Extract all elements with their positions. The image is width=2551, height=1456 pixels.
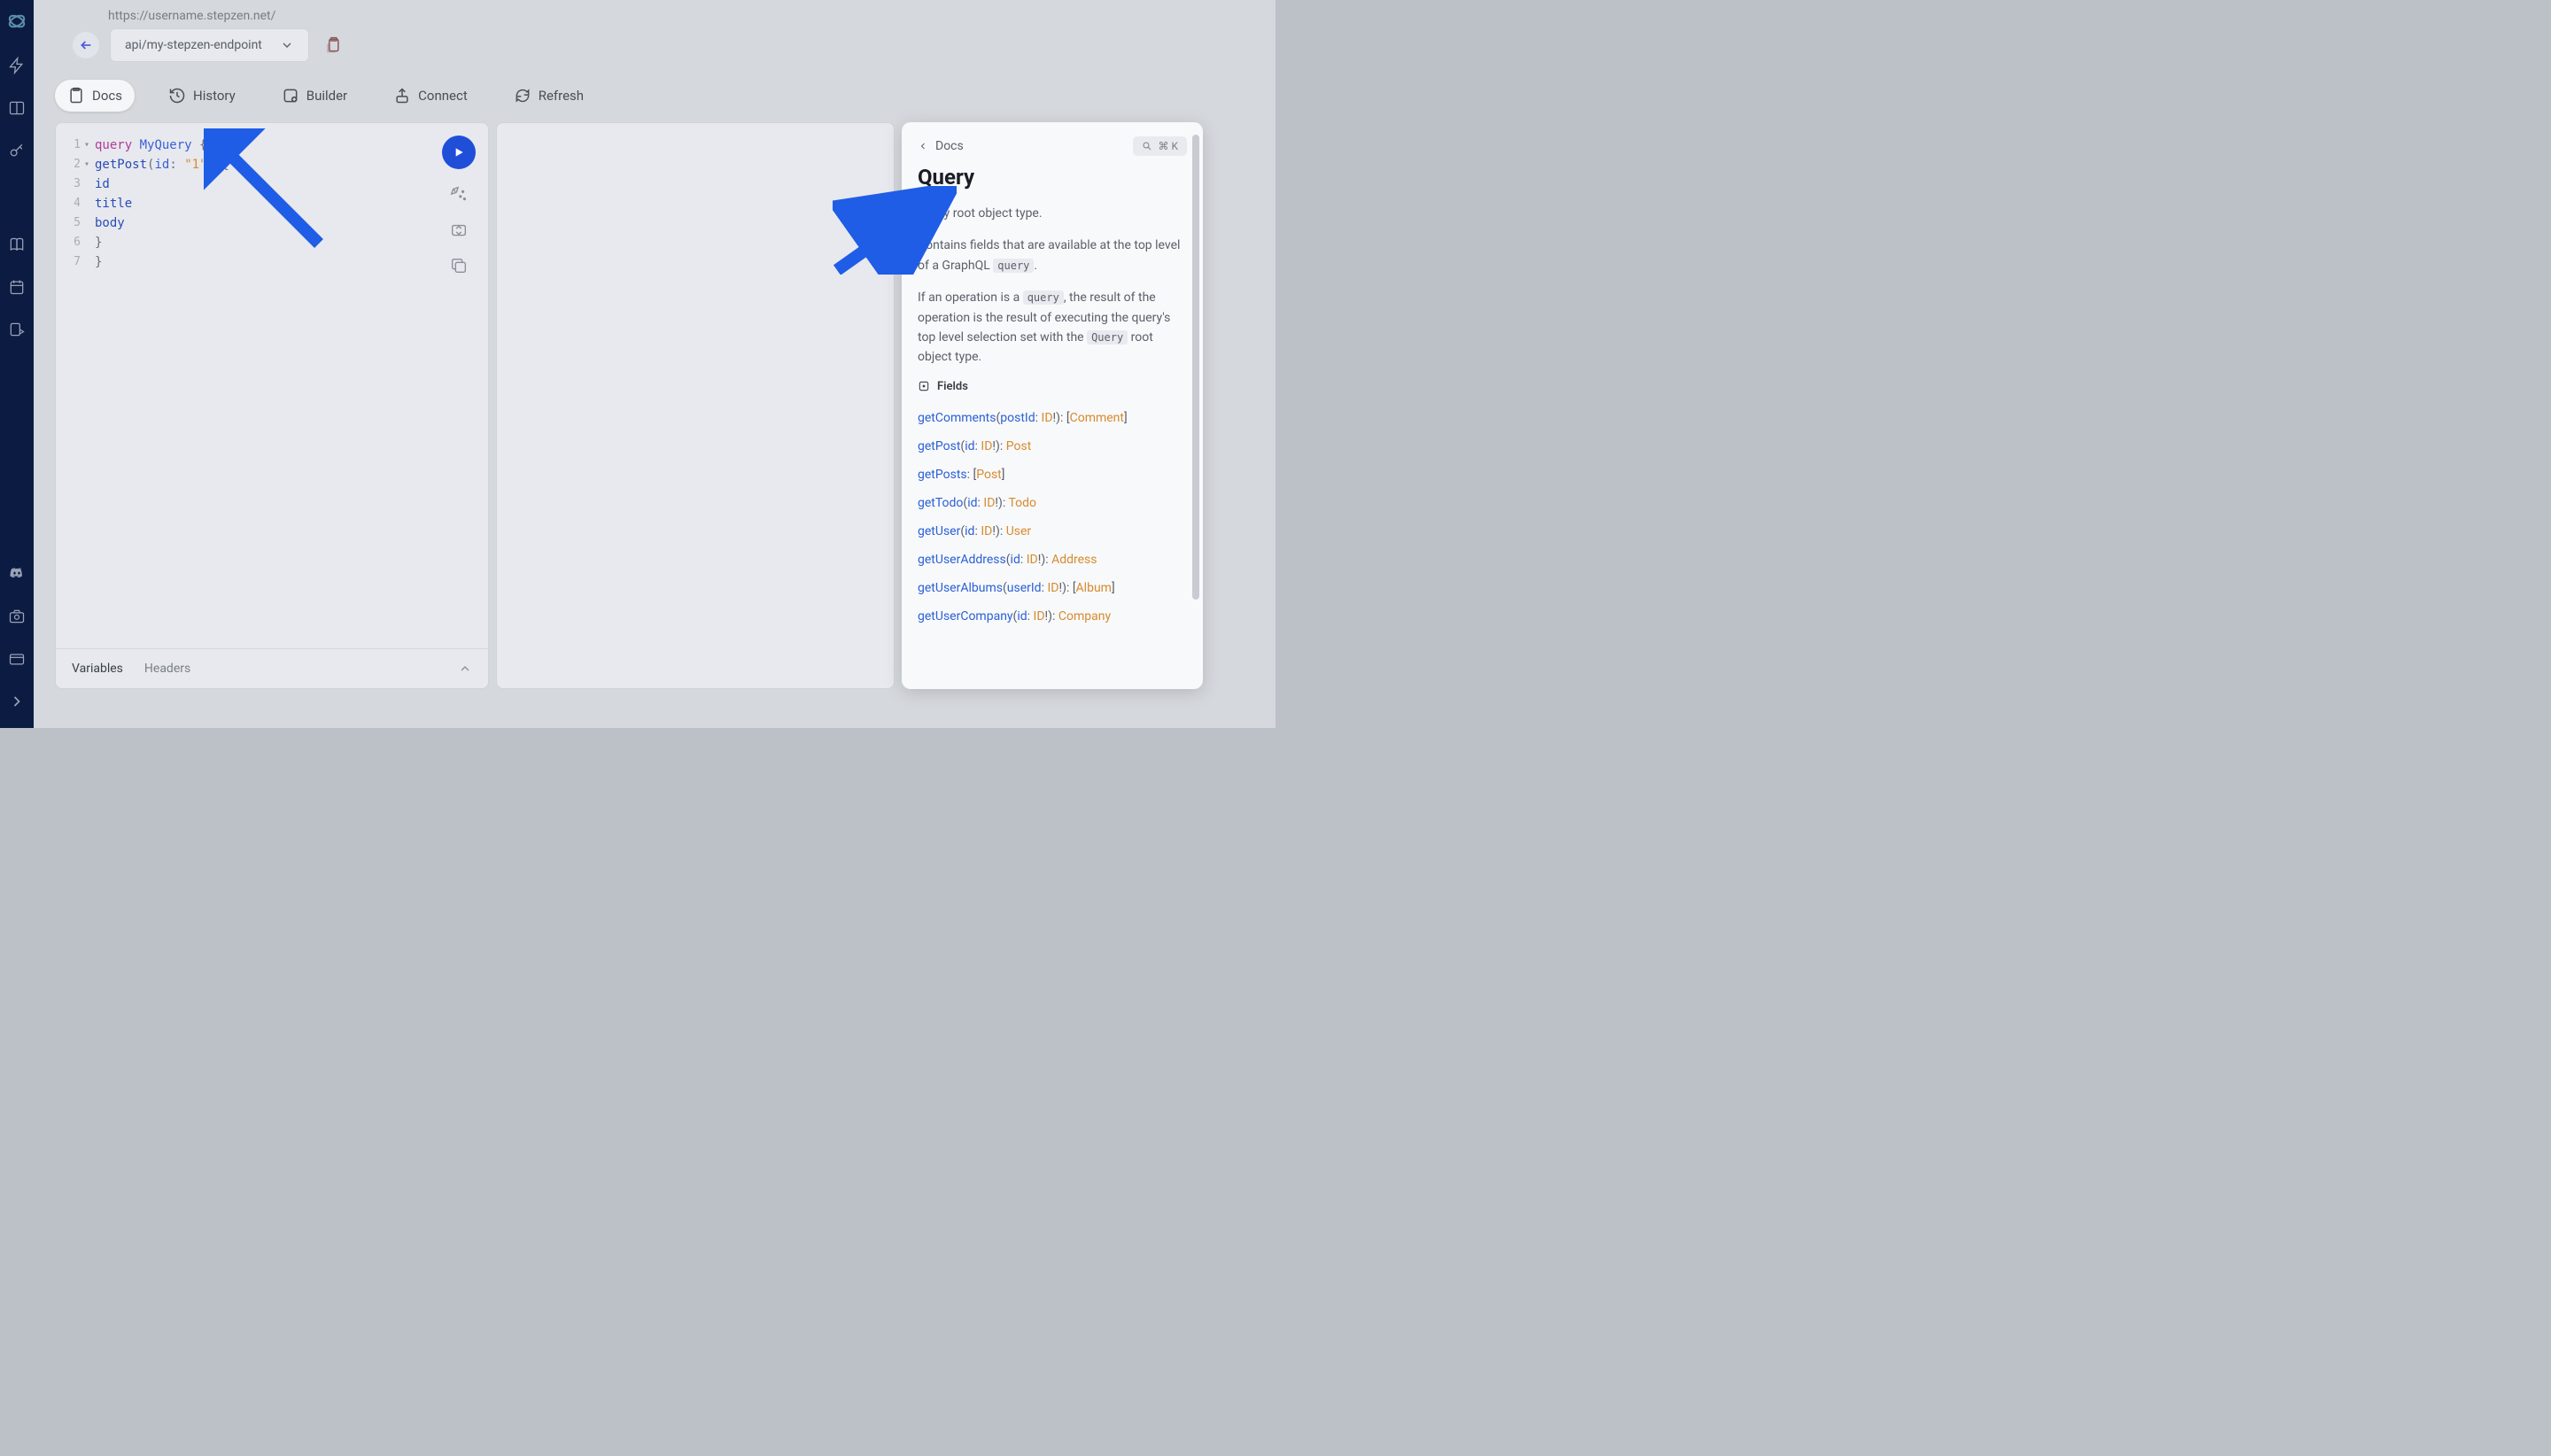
scrollbar-thumb[interactable] [1192,135,1199,600]
chevron-down-icon [280,38,294,52]
field-row[interactable]: getUserAlbums(userId: ID!): [Album] [918,574,1187,602]
code-line: 7} [65,252,479,272]
prettify-icon[interactable] [449,185,469,205]
clipboard-button[interactable] [320,32,346,58]
fields-header: Fields [918,380,1187,393]
stepzen-logo-icon [6,11,27,32]
refresh-icon [514,87,531,105]
chevron-left-icon [918,141,928,151]
left-sidebar [0,0,34,728]
discord-icon[interactable] [8,565,26,583]
docs-search[interactable]: ⌘ K [1133,136,1187,156]
search-shortcut: ⌘ K [1158,140,1178,152]
field-row[interactable]: getUser(id: ID!): User [918,517,1187,546]
docs-panel: Docs ⌘ K Query Query root object type. C… [902,122,1203,689]
copy-icon[interactable] [449,256,469,275]
code-line: 4 title [65,194,479,213]
docs-title: Query [918,165,1187,190]
docs-breadcrumb-label: Docs [935,139,964,153]
main-content: https://username.stepzen.net/ api/my-ste… [34,0,1276,728]
card-icon[interactable] [8,650,26,668]
camera-icon[interactable] [8,608,26,625]
fields-icon [918,380,930,392]
query-editor-panel: 1▾query MyQuery {2▾ getPost(id: "1") {3 … [55,122,489,689]
editor-bottom-tabs: Variables Headers [56,648,488,688]
docs-description-3: If an operation is a query, the result o… [918,288,1187,368]
export-icon[interactable] [8,321,26,338]
key-icon[interactable] [8,142,26,159]
tab-history[interactable]: History [156,80,248,112]
endpoint-name: api/my-stepzen-endpoint [125,38,262,52]
tab-label: Docs [92,88,122,104]
search-icon [1142,141,1152,151]
code-line: 2▾ getPost(id: "1") { [65,155,479,174]
code-line: 3 id [65,174,479,194]
tab-variables[interactable]: Variables [72,662,123,676]
query-editor[interactable]: 1▾query MyQuery {2▾ getPost(id: "1") {3 … [56,123,488,648]
docs-description-1: Query root object type. [918,204,1187,223]
field-row[interactable]: getPost(id: ID!): Post [918,432,1187,461]
endpoint-selector[interactable]: api/my-stepzen-endpoint [110,28,309,62]
tab-builder[interactable]: Builder [269,80,360,112]
panels-row: 1▾query MyQuery {2▾ getPost(id: "1") {3 … [34,122,1276,689]
fields-list: getComments(postId: ID!): [Comment]getPo… [918,404,1187,631]
docs-icon [67,87,85,105]
tab-label: Builder [306,88,347,104]
toolbar: Docs History Builder Connect Refresh [34,62,1276,122]
builder-icon [282,87,299,105]
code-line: 5 body [65,213,479,233]
tab-label: Connect [418,88,468,104]
field-row[interactable]: getComments(postId: ID!): [Comment] [918,404,1187,432]
field-row[interactable]: getTodo(id: ID!): Todo [918,489,1187,517]
book-icon[interactable] [8,236,26,253]
chevron-up-icon[interactable] [458,662,472,676]
docs-back[interactable]: Docs [918,139,964,153]
lightning-icon[interactable] [8,57,26,74]
calendar-icon[interactable] [8,278,26,296]
panels-icon[interactable] [8,99,26,117]
connect-icon [393,87,411,105]
field-row[interactable]: getUserCompany(id: ID!): Company [918,602,1187,631]
field-row[interactable]: getPosts: [Post] [918,461,1187,489]
docs-description-2: Contains fields that are available at th… [918,236,1187,275]
code-line: 6 } [65,233,479,252]
tab-docs[interactable]: Docs [55,80,135,112]
run-button[interactable] [442,136,476,169]
tab-headers[interactable]: Headers [144,662,190,676]
back-button[interactable] [73,32,99,58]
history-icon [168,87,186,105]
merge-icon[interactable] [449,221,469,240]
chevron-right-icon[interactable] [8,693,26,710]
topbar: https://username.stepzen.net/ api/my-ste… [34,0,1276,62]
tab-connect[interactable]: Connect [381,80,480,112]
code-line: 1▾query MyQuery { [65,136,479,155]
endpoint-url: https://username.stepzen.net/ [55,9,1254,23]
result-panel [496,122,895,689]
tab-refresh[interactable]: Refresh [501,80,596,112]
tab-label: Refresh [539,88,584,104]
fields-label: Fields [937,380,968,393]
field-row[interactable]: getUserAddress(id: ID!): Address [918,546,1187,574]
tab-label: History [193,88,236,104]
